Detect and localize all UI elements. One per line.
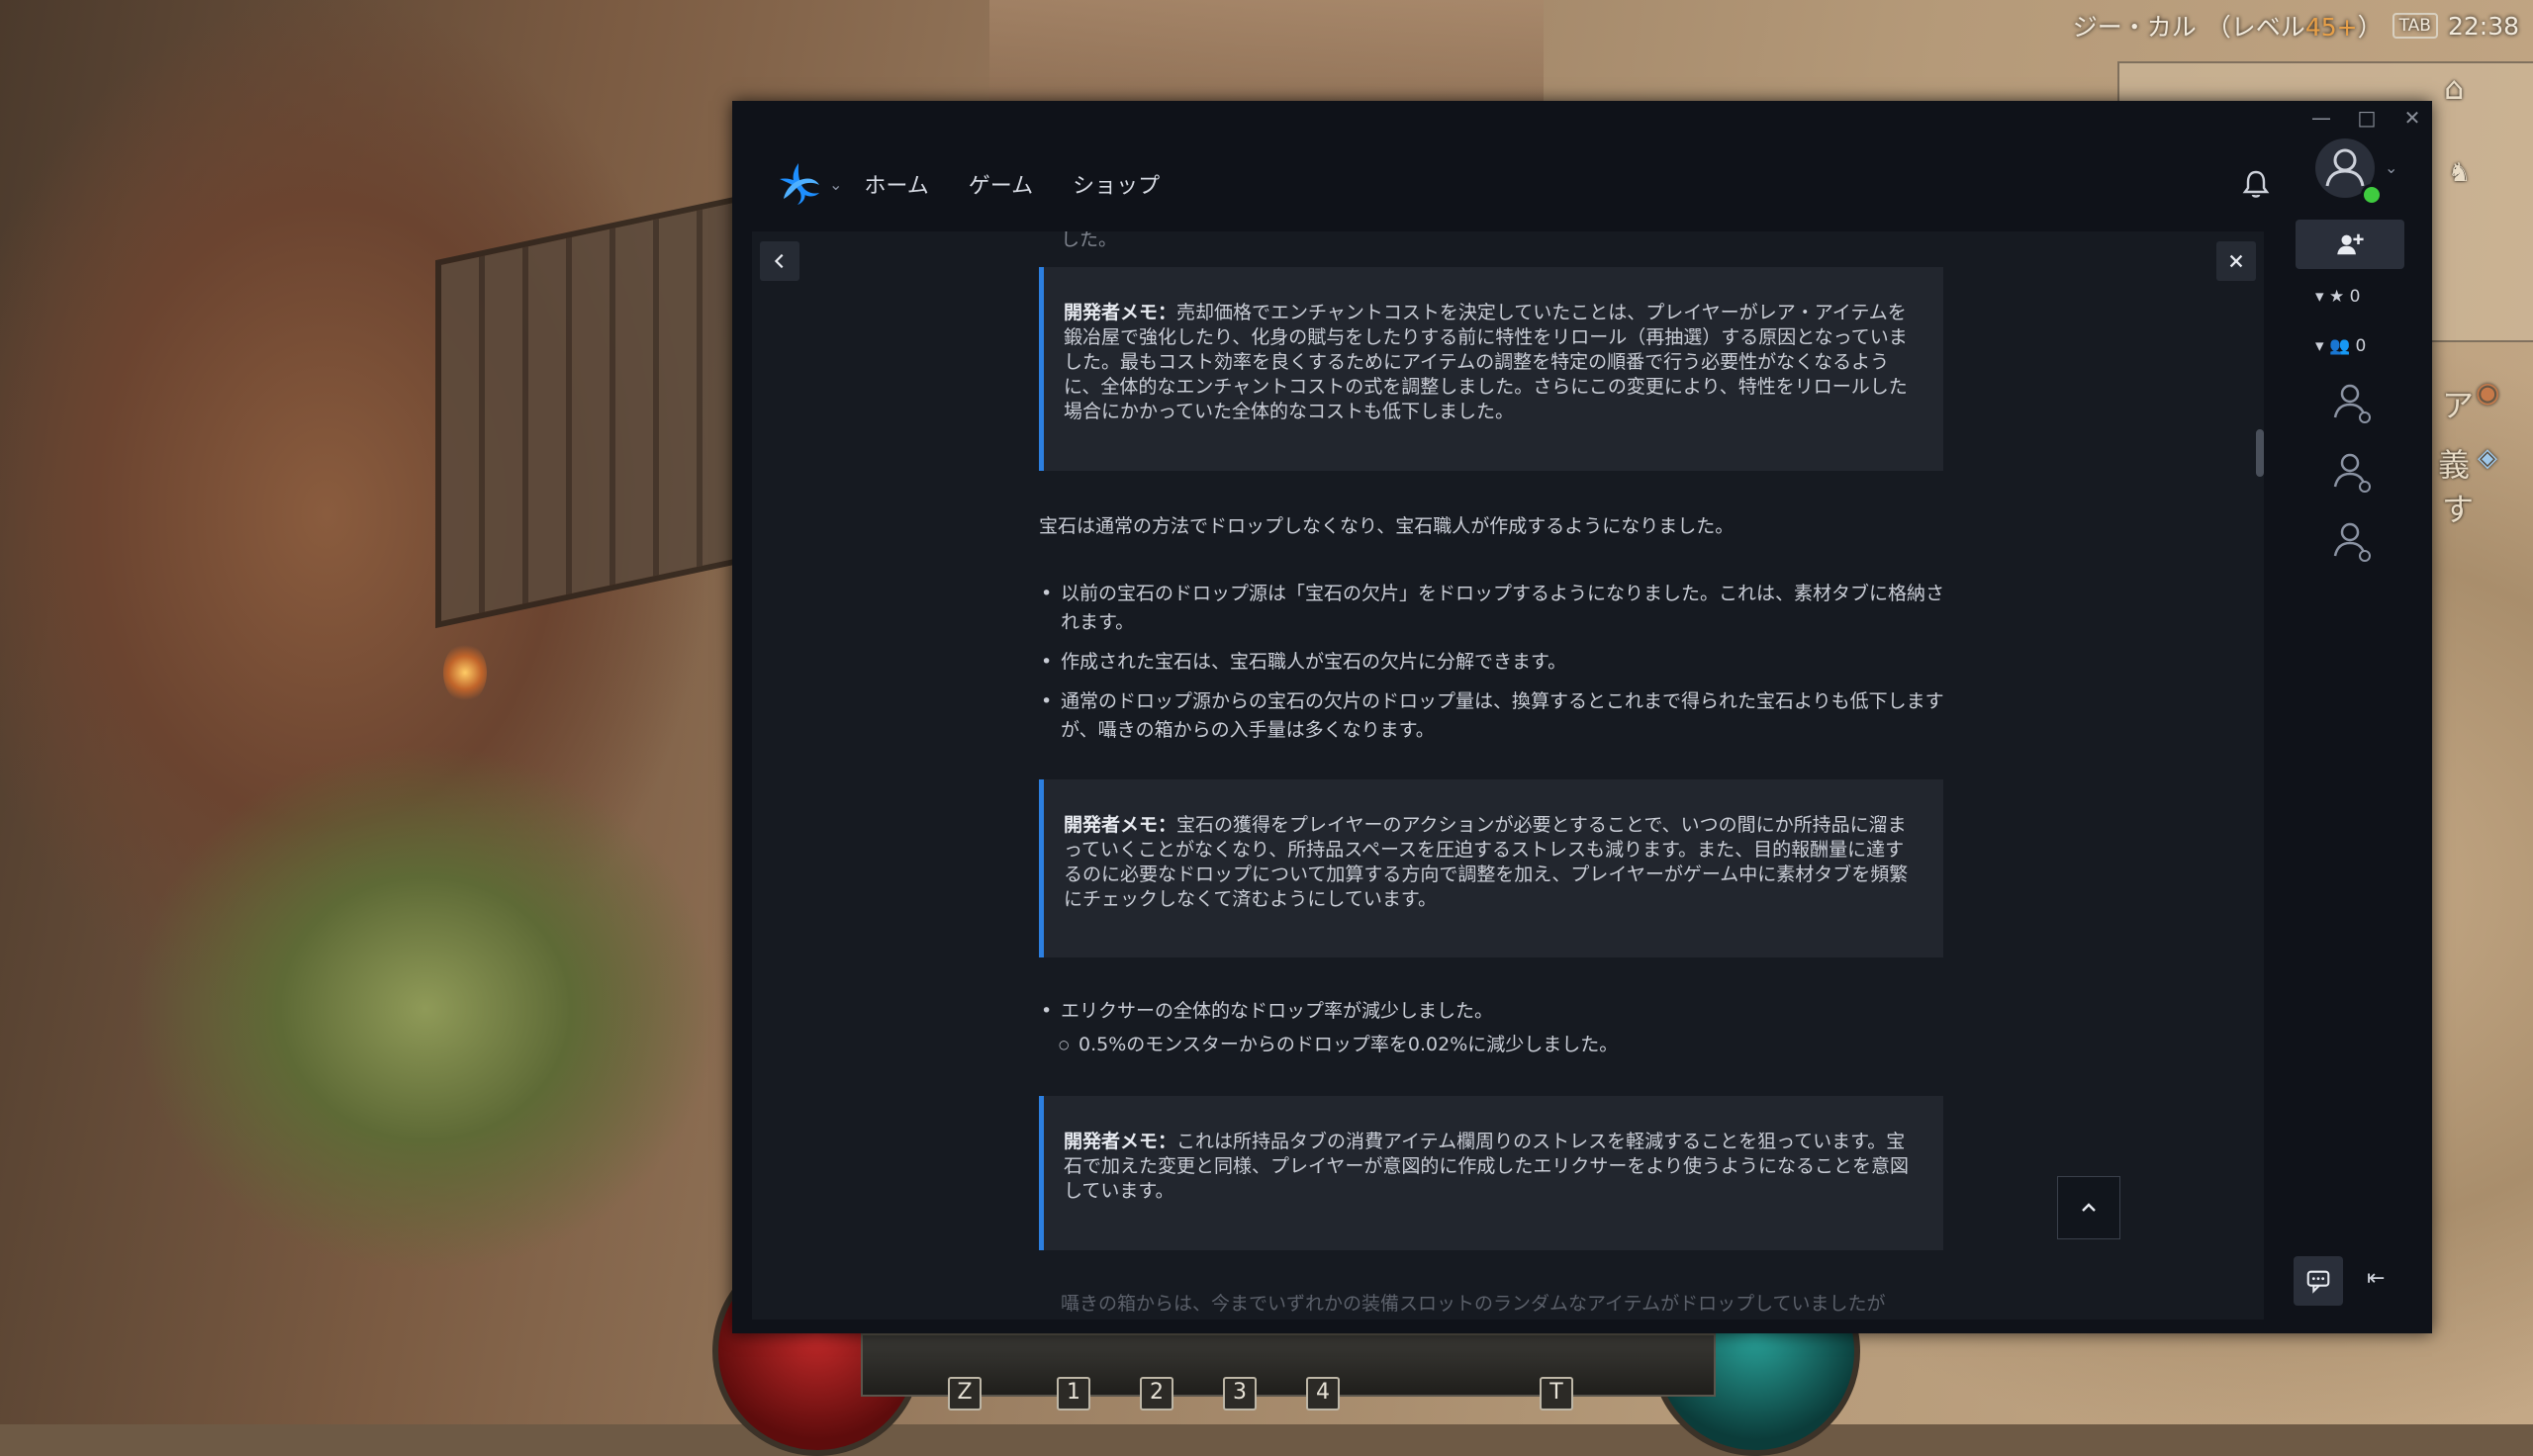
hotkey-t: T — [1540, 1377, 1573, 1410]
scroll-to-top-button[interactable] — [2057, 1176, 2120, 1239]
game-side-text-3: す — [2442, 491, 2475, 528]
maximize-button[interactable]: □ — [2355, 101, 2379, 135]
friends-section[interactable]: ▾ 👥 0 — [2315, 336, 2366, 356]
close-button[interactable] — [2216, 241, 2256, 281]
list-item: 以前の宝石のドロップ源は「宝石の欠片」をドロップするようになりました。これは、素… — [1041, 580, 1949, 637]
list-item: エリクサーの全体的なドロップ率が減少しました。 — [1041, 997, 1949, 1026]
back-button[interactable] — [760, 241, 799, 281]
developer-note-label: 開発者メモ： — [1064, 302, 1177, 323]
hotkey-3: 3 — [1223, 1377, 1257, 1410]
character-level: （レベル45+） — [2205, 13, 2383, 42]
skill-slots — [861, 1333, 1716, 1397]
window-close-button[interactable]: ✕ — [2400, 101, 2424, 135]
friends-group-icon: 👥 — [2328, 336, 2351, 356]
scrollbar-thumb[interactable] — [2256, 429, 2264, 477]
chat-button[interactable] — [2294, 1256, 2343, 1306]
waypoint-icon: ◈ — [2478, 443, 2497, 473]
friends-count: 0 — [2355, 336, 2367, 356]
nav-home[interactable]: ホーム — [864, 168, 928, 200]
developer-note: 開発者メモ：売却価格でエンチャントコストを決定していたことは、プレイヤーがレア・… — [1039, 267, 1943, 471]
game-side-text-2: 義 — [2438, 446, 2471, 484]
close-icon — [2229, 254, 2243, 268]
tab-key-hint: TAB — [2392, 13, 2438, 39]
sub-list-item: 0.5%のモンスターからのドロップ率を0.02%に減少しました。 — [1059, 1031, 1929, 1059]
avatar[interactable] — [2315, 138, 2383, 206]
truncated-text: した。 — [1061, 231, 1118, 250]
hotkey-4: 4 — [1306, 1377, 1340, 1410]
developer-note-text: 宝石の獲得をプレイヤーのアクションが必要とすることで、いつの間にか所持品に溜まっ… — [1064, 814, 1909, 910]
collapse-sidebar-icon[interactable]: ⇤ — [2367, 1266, 2385, 1291]
add-friend-button[interactable] — [2296, 220, 2404, 269]
quest-marker-icon: ◉ — [2476, 376, 2500, 409]
article-modal: した。 開発者メモ：売却価格でエンチャントコストを決定していたことは、プレイヤー… — [752, 231, 2264, 1320]
chevron-up-icon — [2082, 1203, 2096, 1212]
nav-games[interactable]: ゲーム — [969, 168, 1033, 200]
launcher-window: — □ ✕ ⌄ ホーム ゲーム ショップ ⌄ ▾ ★ 0 ▾ 👥 0 ⇤ した。… — [732, 101, 2432, 1333]
profile-menu[interactable]: ⌄ — [2315, 138, 2398, 218]
list-item: 通常のドロップ源からの宝石の欠片のドロップ量は、換算するとこれまで得られた宝石よ… — [1041, 687, 1949, 745]
developer-note-label: 開発者メモ： — [1064, 814, 1177, 836]
online-status-dot — [2361, 184, 2383, 206]
developer-note-text: 売却価格でエンチャントコストを決定していたことは、プレイヤーがレア・アイテムを鍛… — [1064, 302, 1908, 422]
add-friend-icon — [2337, 233, 2364, 255]
bullet-list: 以前の宝石のドロップ源は「宝石の欠片」をドロップするようになりました。これは、素… — [1039, 580, 1949, 756]
hotkey-2: 2 — [1140, 1377, 1173, 1410]
game-side-text-1: ア — [2442, 387, 2475, 424]
mount-icon: ♞ — [2448, 158, 2472, 188]
favorites-star-icon: ★ — [2328, 287, 2345, 307]
hotkey-z: Z — [948, 1377, 982, 1410]
notifications-bell-icon[interactable] — [2236, 164, 2276, 204]
favorites-count: 0 — [2349, 287, 2361, 307]
game-clock: 22:38 — [2447, 11, 2519, 41]
home-icon: ⌂ — [2444, 69, 2465, 107]
expand-caret-icon: ▾ — [2315, 336, 2324, 356]
friend-placeholder-icon — [2333, 384, 2371, 423]
social-sidebar: ▾ ★ 0 ▾ 👥 0 — [2296, 220, 2432, 1333]
friend-placeholder-icon — [2333, 522, 2371, 562]
developer-note: 開発者メモ：これは所持品タブの消費アイテム欄周りのストレスを軽減することを狙って… — [1039, 1096, 1943, 1250]
favorites-section[interactable]: ▾ ★ 0 — [2315, 287, 2360, 307]
developer-note: 開発者メモ：宝石の獲得をプレイヤーのアクションが必要とすることで、いつの間にか所… — [1039, 779, 1943, 957]
logo-menu-caret-icon[interactable]: ⌄ — [829, 175, 842, 194]
minimize-button[interactable]: — — [2309, 101, 2333, 135]
hotkey-1: 1 — [1057, 1377, 1090, 1410]
developer-note-label: 開発者メモ： — [1064, 1131, 1177, 1152]
chat-bubble-icon — [2306, 1270, 2330, 1294]
faded-text-line: 囁きの箱からは、今までいずれかの装備スロットのランダムなアイテムがドロップしてい… — [1061, 1293, 1886, 1315]
developer-note-text: これは所持品タブの消費アイテム欄周りのストレスを軽減することを狙っています。宝石… — [1064, 1131, 1910, 1202]
profile-caret-icon: ⌄ — [2385, 158, 2398, 177]
battlenet-logo-icon[interactable] — [774, 159, 823, 209]
expand-caret-icon: ▾ — [2315, 287, 2324, 307]
game-hud-status: ジー・カル （レベル45+） TAB 22:38 — [2072, 10, 2519, 43]
top-navigation: ⌄ ホーム ゲーム ショップ — [732, 135, 2276, 233]
list-item: 作成された宝石は、宝石職人が宝石の欠片に分解できます。 — [1041, 648, 1949, 677]
character-name: ジー・カル — [2072, 13, 2197, 42]
game-scenery-lamp — [443, 643, 487, 702]
friend-placeholder-icon — [2333, 453, 2371, 493]
game-scenery-door — [435, 194, 744, 629]
chevron-left-icon — [774, 253, 784, 269]
article-paragraph: 宝石は通常の方法でドロップしなくなり、宝石職人が作成するようになりました。 — [1039, 515, 1735, 537]
window-controls: — □ ✕ — [2309, 101, 2424, 135]
nav-shop[interactable]: ショップ — [1073, 168, 1160, 200]
game-scenery-path — [989, 0, 1544, 109]
